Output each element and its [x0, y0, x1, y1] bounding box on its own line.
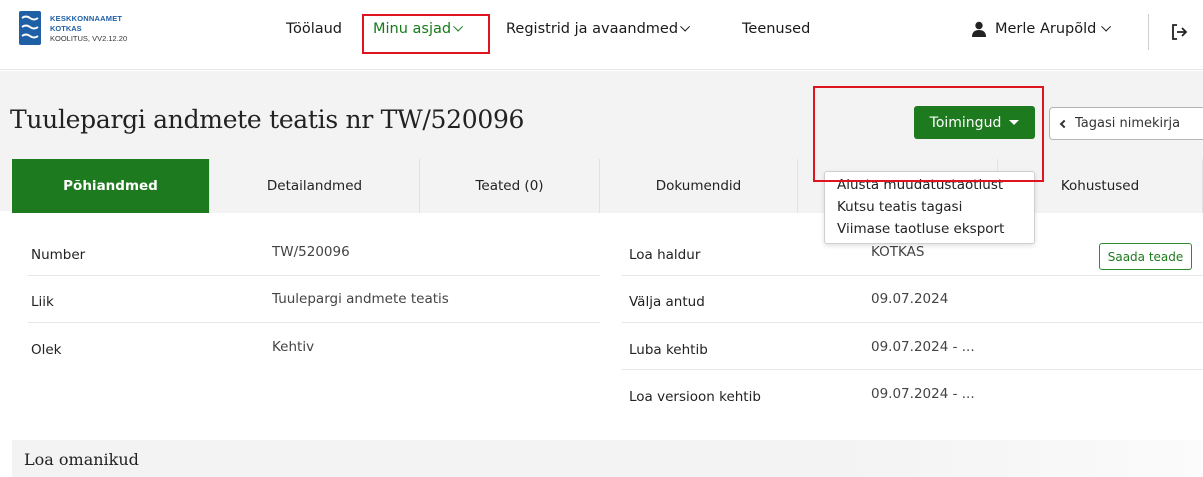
nav-minu-asjad-label: Minu asjad [373, 21, 452, 37]
tab-label: Põhiandmed [63, 178, 158, 194]
actions-button-label: Toimingud [929, 114, 1002, 131]
logo-version: KOOLITUS, VV2.12.20 [50, 34, 128, 43]
logo-text: KESKKONNAAMET KOTKAS KOOLITUS, VV2.12.20 [50, 14, 127, 44]
field-value-liik: Tuulepargi andmete teatis [272, 291, 449, 307]
page-title: Tuulepargi andmete teatis nr TW/520096 [10, 105, 525, 134]
chevron-down-icon [680, 21, 691, 32]
user-name: Merle Arupõld [995, 21, 1097, 37]
details-panel [12, 213, 1203, 477]
tab-dokumendid[interactable]: Dokumendid [600, 159, 798, 213]
back-to-list-button[interactable]: Tagasi nimekirja [1049, 107, 1203, 140]
user-icon [972, 21, 986, 37]
field-value-valja-antud: 09.07.2024 [871, 291, 949, 307]
row-divider [28, 275, 600, 276]
menu-item-alusta-muudatustaotlust[interactable]: Alusta muudatustaotlust [825, 174, 1034, 196]
field-value-loa-versioon: 09.07.2024 - ... [871, 386, 975, 402]
nav-registrid[interactable]: Registrid ja avaandmed [506, 21, 691, 37]
nav-toolaud-label: Töölaud [286, 21, 343, 37]
field-label-loa-versioon: Loa versioon kehtib [629, 389, 761, 405]
tab-label: Detailandmed [266, 178, 363, 194]
header-divider [1148, 14, 1149, 50]
app-logo[interactable]: KESKKONNAAMET KOTKAS KOOLITUS, VV2.12.20 [18, 10, 127, 46]
chevron-down-icon [1101, 21, 1112, 32]
row-divider [28, 322, 600, 323]
tab-label: Teated (0) [475, 178, 544, 194]
tab-label: Kohustused [1060, 178, 1140, 194]
nav-registrid-label: Registrid ja avaandmed [506, 21, 679, 37]
nav-minu-asjad[interactable]: Minu asjad [373, 21, 464, 37]
nav-teenused[interactable]: Teenused [742, 21, 810, 37]
back-button-label: Tagasi nimekirja [1075, 116, 1181, 131]
field-label-luba-kehtib: Luba kehtib [629, 342, 708, 358]
tab-pohiandmed[interactable]: Põhiandmed [12, 159, 210, 213]
field-label-liik: Liik [31, 294, 54, 310]
field-value-loa-haldur: KOTKAS [871, 244, 925, 260]
send-message-button[interactable]: Saada teade [1099, 243, 1192, 270]
chevron-down-icon [453, 21, 464, 32]
field-label-loa-haldur: Loa haldur [629, 247, 701, 263]
tab-teated[interactable]: Teated (0) [420, 159, 600, 213]
logo-app-name: KOTKAS [50, 24, 82, 33]
owners-section-header [12, 440, 1203, 477]
chevron-left-icon [1059, 119, 1069, 128]
nav-toolaud[interactable]: Töölaud [286, 21, 342, 37]
actions-button[interactable]: Toimingud [914, 106, 1035, 139]
nav-teenused-label: Teenused [742, 21, 811, 37]
menu-item-viimase-taotluse-eksport[interactable]: Viimase taotluse eksport [825, 218, 1034, 240]
logo-org-name: KESKKONNAAMET [50, 14, 123, 23]
user-menu[interactable]: Merle Arupõld [971, 21, 1112, 37]
row-divider [622, 322, 1203, 323]
field-value-number: TW/520096 [272, 244, 350, 260]
field-label-valja-antud: Välja antud [629, 294, 705, 310]
top-navigation-bar: KESKKONNAAMET KOTKAS KOOLITUS, VV2.12.20… [0, 0, 1203, 70]
row-divider [622, 275, 1203, 276]
menu-item-kutsu-teatis-tagasi[interactable]: Kutsu teatis tagasi [825, 196, 1034, 218]
caret-down-icon [1009, 120, 1020, 125]
field-value-luba-kehtib: 09.07.2024 - ... [871, 339, 975, 355]
owners-section-title: Loa omanikud [24, 450, 139, 469]
field-label-number: Number [31, 247, 86, 263]
field-value-olek: Kehtiv [272, 339, 315, 355]
coat-of-arms-icon [19, 11, 41, 45]
row-divider [622, 369, 1203, 370]
field-label-olek: Olek [31, 342, 62, 358]
logout-icon[interactable] [1169, 22, 1189, 42]
tab-detailandmed[interactable]: Detailandmed [210, 159, 420, 213]
actions-dropdown-menu: Alusta muudatustaotlust Kutsu teatis tag… [824, 171, 1035, 244]
tab-label: Dokumendid [655, 178, 742, 194]
